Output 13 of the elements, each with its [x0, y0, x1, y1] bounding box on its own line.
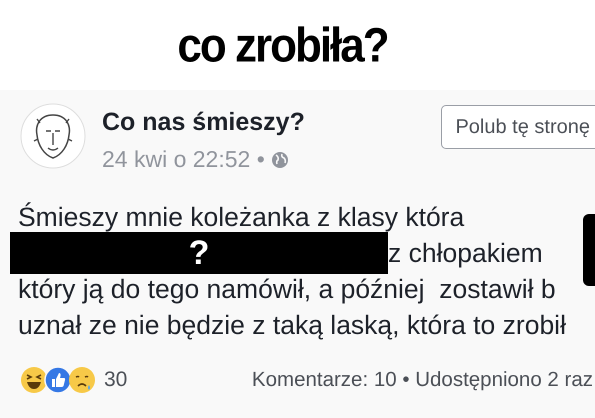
page-name[interactable]: Co nas śmieszy? [102, 108, 305, 137]
post-text-line: uznał ze nie będzie z taką laską, która to zrobił [18, 309, 566, 342]
post-text-line: Śmieszy mnie koleżanka z klasy która [18, 201, 464, 234]
post-stats[interactable]: Komentarze: 10 • Udostępniono 2 raz [252, 368, 593, 392]
post-text-line: z chłopakiem [388, 237, 543, 270]
redaction-bar: ? [10, 232, 388, 274]
like-page-button[interactable]: Polub tę stronę [441, 105, 595, 149]
laughing-emoji-icon [20, 366, 48, 394]
like-icon [44, 366, 72, 394]
post-text-line: który ją do tego namówił, a później zostawił b [18, 273, 556, 306]
crying-emoji-icon [68, 366, 96, 394]
caption: co zrobiła? [177, 22, 388, 70]
reaction-count[interactable]: 30 [104, 368, 128, 392]
